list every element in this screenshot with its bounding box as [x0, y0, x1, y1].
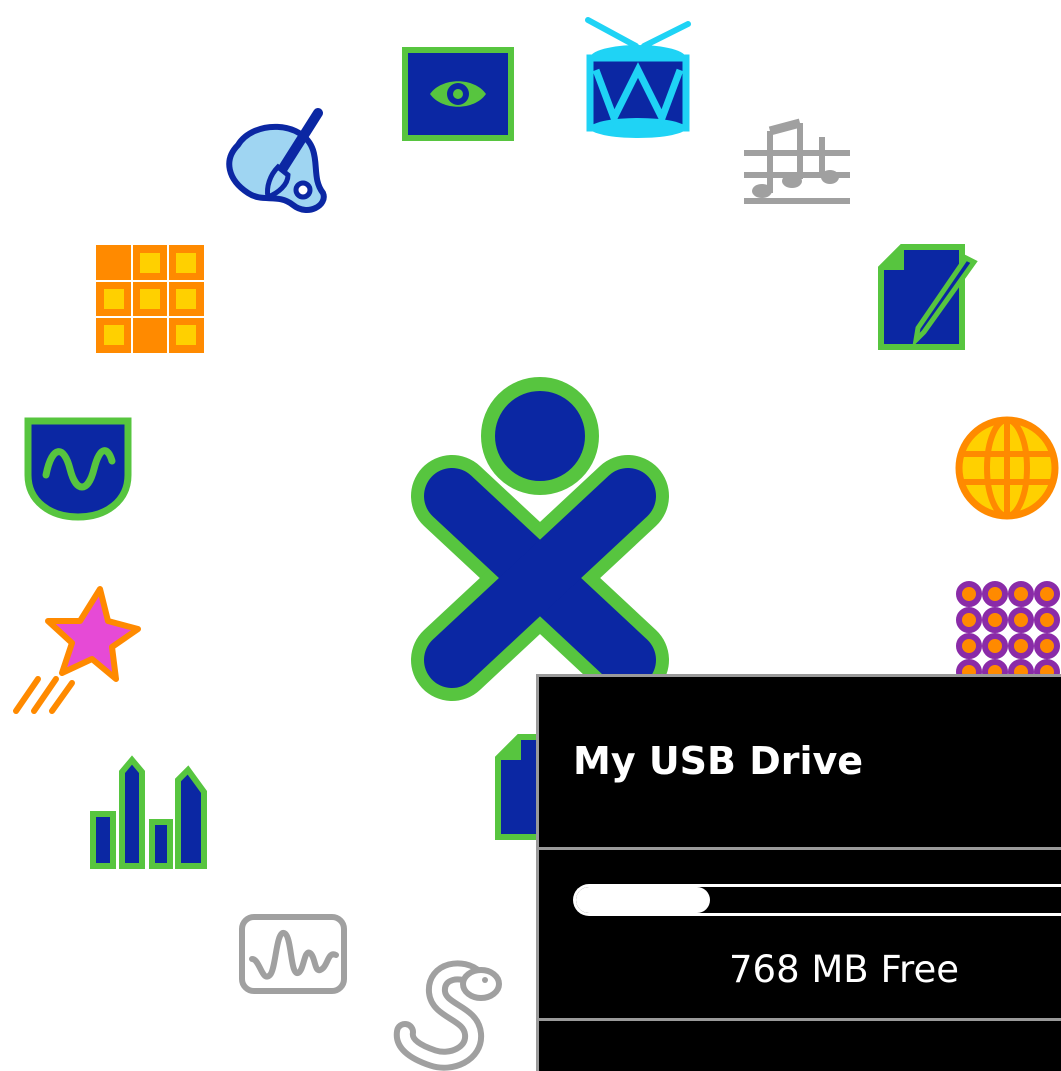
home-view: My USB Drive 768 MB Free: [0, 0, 1061, 1071]
write-activity-icon[interactable]: [878, 244, 982, 350]
palette-title: My USB Drive: [573, 739, 864, 783]
star-activity-icon[interactable]: [12, 585, 142, 715]
pippy-snake-activity-icon[interactable]: [393, 958, 505, 1071]
memorize-grid-activity-icon[interactable]: [955, 580, 1061, 685]
palette-separator: [539, 1018, 1061, 1021]
chart-activity-icon[interactable]: [90, 755, 210, 870]
storage-usage-bar: [573, 884, 1061, 916]
calculate-grid-activity-icon[interactable]: [96, 245, 204, 353]
view-slides-activity-icon[interactable]: [402, 47, 514, 141]
measure-activity-icon[interactable]: [24, 417, 132, 521]
storage-usage-fill: [576, 887, 710, 913]
usb-drive-palette: My USB Drive 768 MB Free: [536, 674, 1061, 1071]
paint-activity-icon[interactable]: [218, 105, 338, 220]
web-globe-activity-icon[interactable]: [953, 414, 1061, 522]
free-space-label: 768 MB Free: [729, 948, 959, 991]
xo-owner-icon[interactable]: [411, 377, 669, 701]
waveform-activity-icon[interactable]: [238, 913, 348, 995]
tamtam-drum-activity-icon[interactable]: [582, 14, 694, 142]
palette-separator: [539, 847, 1061, 850]
tamtam-music-activity-icon[interactable]: [740, 117, 854, 209]
